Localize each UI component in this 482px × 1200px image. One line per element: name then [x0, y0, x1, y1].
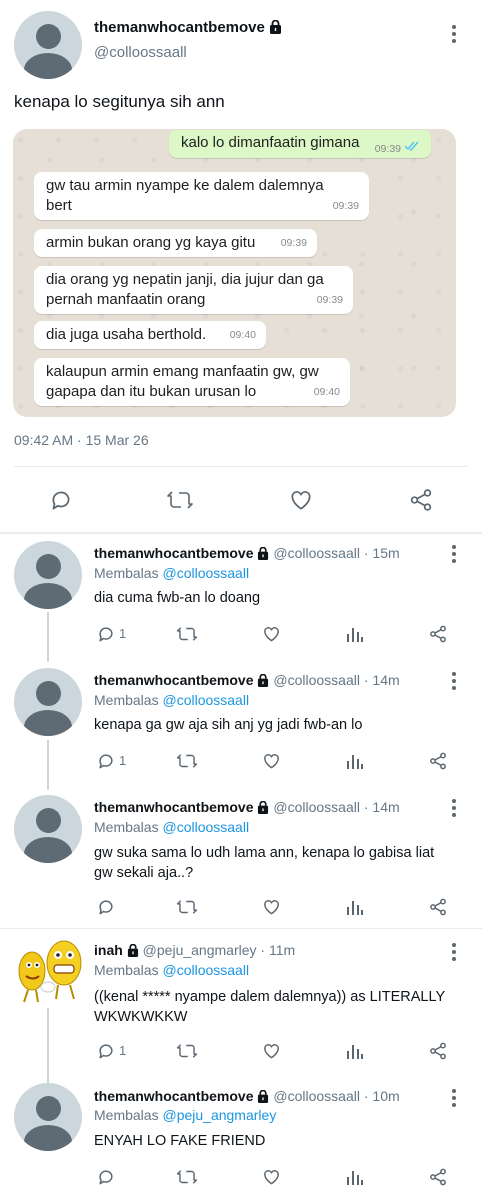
share-icon[interactable] — [428, 624, 448, 644]
reply-count: 1 — [119, 753, 127, 768]
more-icon[interactable] — [451, 672, 457, 693]
retweet-icon[interactable] — [176, 1041, 198, 1061]
thread-line — [47, 740, 49, 790]
avatar[interactable] — [14, 668, 82, 736]
avatar[interactable] — [14, 541, 82, 609]
heart-icon[interactable] — [261, 897, 282, 917]
share-icon[interactable] — [408, 487, 434, 513]
lock-icon — [269, 20, 281, 34]
handle[interactable]: @colloossaall — [94, 44, 187, 61]
more-icon[interactable] — [451, 25, 457, 46]
lock-icon — [127, 944, 138, 957]
reply-header[interactable]: themanwhocantbemove @colloossaall · 10m — [94, 1088, 400, 1104]
analytics-icon[interactable] — [345, 897, 365, 917]
heart-icon[interactable] — [261, 1167, 282, 1187]
analytics-icon[interactable] — [345, 1167, 365, 1187]
analytics-icon[interactable] — [345, 751, 365, 771]
reply-count: 1 — [119, 626, 127, 641]
more-icon[interactable] — [451, 799, 457, 820]
read-ticks-icon — [404, 141, 419, 151]
replying-to[interactable]: Membalas @colloossaall — [94, 565, 249, 581]
heart-icon[interactable] — [261, 1041, 282, 1061]
heart-icon[interactable] — [287, 487, 315, 513]
reply-icon[interactable] — [96, 624, 116, 644]
reply-text: gw suka sama lo udh lama ann, kenapa lo … — [94, 845, 435, 881]
replying-to[interactable]: Membalas @colloossaall — [94, 819, 249, 835]
heart-icon[interactable] — [261, 751, 282, 771]
thread-line — [47, 612, 49, 662]
replying-to[interactable]: Membalas @colloossaall — [94, 962, 249, 978]
chat-bubble-incoming: dia juga usaha berthold. 09:40 — [34, 321, 266, 349]
emoji-avatar-image — [18, 940, 82, 1003]
chat-bubble-incoming: dia orang yg nepatin janji, dia jujur da… — [34, 266, 353, 314]
reply-count: 1 — [119, 1043, 127, 1058]
replying-to[interactable]: Membalas @colloossaall — [94, 692, 249, 708]
analytics-icon[interactable] — [345, 1041, 365, 1061]
analytics-icon[interactable] — [345, 624, 365, 644]
tweet-timestamp: 09:42 AM · 15 Mar 26 — [14, 432, 149, 448]
reply-header[interactable]: themanwhocantbemove @colloossaall · 14m — [94, 672, 400, 688]
avatar[interactable] — [14, 1083, 82, 1151]
reply-text: ENYAH LO FAKE FRIEND — [94, 1133, 266, 1149]
chat-bubble-incoming: kalaupun armin emang manfaatin gw, gw ga… — [34, 358, 350, 406]
thread-line — [47, 1008, 49, 1083]
lock-icon — [258, 1090, 269, 1103]
reply-text: kenapa ga gw aja sih anj yg jadi fwb-an … — [94, 717, 363, 733]
retweet-icon[interactable] — [166, 487, 194, 513]
share-icon[interactable] — [428, 751, 448, 771]
retweet-icon[interactable] — [176, 751, 198, 771]
reply-icon[interactable] — [96, 1041, 116, 1061]
heart-icon[interactable] — [261, 624, 282, 644]
more-icon[interactable] — [451, 1089, 457, 1110]
chat-screenshot[interactable]: kalo lo dimanfaatin gimana 09:39 gw tau … — [13, 129, 456, 417]
reply-text: dia cuma fwb-an lo doang — [94, 590, 261, 606]
chat-bubble-incoming: armin bukan orang yg kaya gitu 09:39 — [34, 229, 317, 257]
reply-header[interactable]: themanwhocantbemove @colloossaall · 15m — [94, 545, 400, 561]
more-icon[interactable] — [451, 943, 457, 964]
replying-to[interactable]: Membalas @peju_angmarley — [94, 1107, 276, 1123]
reply-header[interactable]: themanwhocantbemove @colloossaall · 14m — [94, 799, 400, 815]
avatar[interactable] — [10, 935, 84, 1005]
avatar[interactable] — [14, 11, 82, 79]
retweet-icon[interactable] — [176, 624, 198, 644]
reply-icon[interactable] — [48, 487, 74, 513]
reply-icon[interactable] — [96, 751, 116, 771]
lock-icon — [258, 801, 269, 814]
tweet-text: kenapa lo segitunya sih ann — [14, 92, 225, 111]
lock-icon — [258, 547, 269, 560]
chat-bubble-outgoing: kalo lo dimanfaatin gimana 09:39 — [169, 130, 431, 158]
retweet-icon[interactable] — [176, 1167, 198, 1187]
retweet-icon[interactable] — [176, 897, 198, 917]
chat-bubble-incoming: gw tau armin nyampe ke dalem dalemnya be… — [34, 172, 369, 220]
reply-icon[interactable] — [96, 897, 116, 917]
share-icon[interactable] — [428, 1041, 448, 1061]
more-icon[interactable] — [451, 545, 457, 566]
reply-header[interactable]: inah @peju_angmarley · 11m — [94, 942, 295, 958]
share-icon[interactable] — [428, 1167, 448, 1187]
lock-icon — [258, 674, 269, 687]
reply-text: ((kenal ***** nyampe dalem dalemnya)) as… — [94, 989, 446, 1025]
avatar[interactable] — [14, 795, 82, 863]
display-name[interactable]: themanwhocantbemove — [94, 19, 282, 36]
reply-icon[interactable] — [96, 1167, 116, 1187]
share-icon[interactable] — [428, 897, 448, 917]
